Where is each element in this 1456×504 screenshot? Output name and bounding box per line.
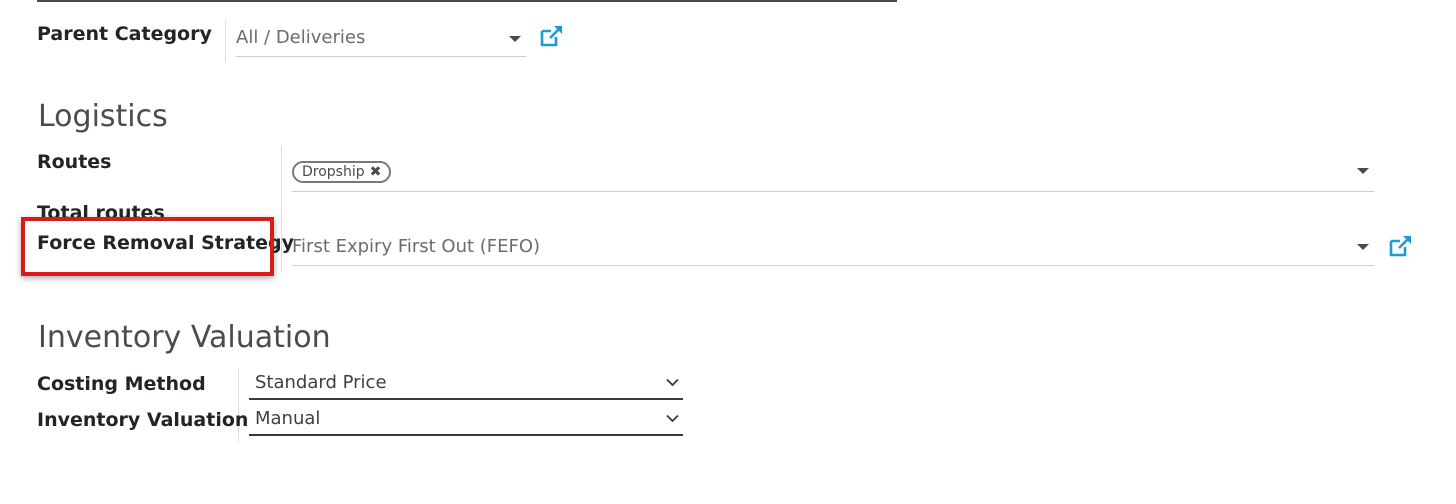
chevron-down-icon — [666, 378, 679, 387]
highlight-box — [21, 217, 274, 276]
costing-method-value: Standard Price — [255, 372, 387, 393]
route-tag-label: Dropship — [302, 164, 365, 180]
caret-down-icon[interactable] — [509, 36, 521, 42]
force-removal-strategy-field[interactable]: First Expiry First Out (FEFO) — [292, 228, 1374, 266]
parent-category-label: Parent Category — [37, 23, 212, 45]
chevron-down-icon — [666, 414, 679, 423]
parent-category-field[interactable]: All / Deliveries — [236, 19, 526, 57]
top-divider — [37, 0, 897, 2]
routes-label: Routes — [37, 151, 112, 173]
inventory-valuation-label: Inventory Valuation — [37, 409, 249, 431]
caret-down-icon[interactable] — [1357, 244, 1369, 250]
external-link-icon[interactable] — [1389, 235, 1413, 257]
inventory-valuation-value: Manual — [255, 408, 321, 429]
caret-down-icon[interactable] — [1357, 168, 1369, 174]
inventory-valuation-select[interactable]: Manual — [249, 400, 683, 436]
field-separator — [225, 20, 226, 62]
close-icon[interactable]: ✖ — [370, 165, 382, 179]
costing-method-select[interactable]: Standard Price — [249, 364, 683, 400]
logistics-section-title: Logistics — [38, 99, 168, 134]
external-link-icon[interactable] — [540, 25, 564, 47]
parent-category-value: All / Deliveries — [236, 27, 366, 48]
costing-method-label: Costing Method — [37, 373, 206, 395]
inventory-valuation-section-title: Inventory Valuation — [38, 320, 331, 355]
route-tag-dropship: Dropship ✖ — [292, 161, 392, 183]
force-removal-strategy-value: First Expiry First Out (FEFO) — [292, 236, 541, 257]
routes-field[interactable]: Dropship ✖ — [292, 154, 1374, 192]
